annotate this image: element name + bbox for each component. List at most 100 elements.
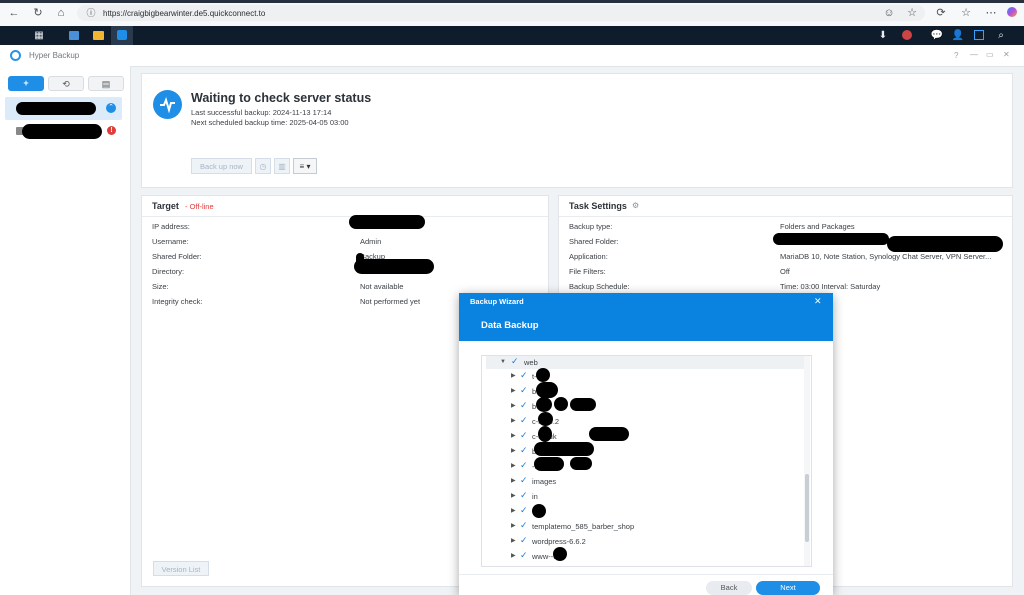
hyper-backup-taskbar-icon[interactable] bbox=[111, 26, 133, 45]
main-menu-grid-icon[interactable]: ▦ bbox=[28, 26, 50, 45]
package-center-icon[interactable] bbox=[63, 26, 85, 45]
download-icon[interactable]: ⬇ bbox=[872, 26, 894, 45]
expand-arrow-icon[interactable]: ▶ bbox=[511, 477, 516, 484]
expand-arrow-icon[interactable]: ▶ bbox=[511, 462, 516, 469]
file-filters-label: File Filters: bbox=[569, 267, 606, 276]
expand-arrow-icon[interactable]: ▶ bbox=[511, 447, 516, 454]
dsm-taskbar: ▦ ⬇ 💬 👤 ⌕ bbox=[0, 26, 1024, 45]
target-offline-status: - Off-line bbox=[185, 202, 214, 211]
checkbox-checked-icon[interactable]: ✓ bbox=[520, 400, 528, 411]
redaction-blot bbox=[534, 442, 594, 456]
checkbox-checked-icon[interactable]: ✓ bbox=[511, 356, 519, 367]
expand-arrow-icon[interactable]: ▼ bbox=[500, 359, 506, 365]
chat-icon[interactable]: 💬 bbox=[926, 26, 948, 45]
file-station-icon[interactable] bbox=[87, 26, 109, 45]
redacted-ip-address bbox=[349, 215, 425, 229]
tree-item[interactable]: ▶ ✓ www--uk bbox=[482, 549, 794, 563]
restore-button[interactable]: ⟲ bbox=[48, 76, 84, 91]
action-menu-icon[interactable]: ≡ ▾ bbox=[293, 158, 317, 174]
redaction-blot bbox=[570, 457, 592, 470]
next-button[interactable]: Next bbox=[756, 581, 820, 595]
expand-arrow-icon[interactable]: ▶ bbox=[511, 492, 516, 499]
wizard-header: Backup Wizard ✕ Data Backup bbox=[459, 293, 833, 341]
tree-item[interactable]: ▶✓b-uk bbox=[482, 399, 794, 413]
widgets-icon[interactable] bbox=[968, 26, 990, 45]
add-task-button[interactable]: + bbox=[8, 76, 44, 91]
notifications-icon[interactable] bbox=[896, 26, 918, 45]
log-button[interactable]: ▤ bbox=[88, 76, 124, 91]
expand-arrow-icon[interactable]: ▶ bbox=[511, 537, 516, 544]
site-info-icon[interactable]: ⓘ bbox=[85, 7, 97, 19]
tree-item-name: in bbox=[532, 492, 538, 501]
favorite-star-icon[interactable]: ☆ bbox=[906, 7, 918, 19]
home-icon[interactable]: ⌂ bbox=[55, 7, 67, 19]
copilot-icon[interactable] bbox=[1006, 7, 1018, 19]
expand-arrow-icon[interactable]: ▶ bbox=[511, 552, 516, 559]
checkbox-checked-icon[interactable]: ✓ bbox=[520, 415, 528, 426]
task-status-icon: ⌃ bbox=[106, 103, 116, 113]
application-value: MariaDB 10, Note Station, Synology Chat … bbox=[780, 252, 992, 261]
size-value: Not available bbox=[360, 282, 404, 291]
back-arrow-icon[interactable]: ← bbox=[8, 7, 20, 19]
redaction-blot bbox=[536, 368, 550, 382]
extensions-icon[interactable]: ⟳ bbox=[935, 7, 947, 19]
checkbox-checked-icon[interactable]: ✓ bbox=[520, 535, 528, 546]
tree-item[interactable]: ▶ ✓ in bbox=[482, 489, 794, 503]
version-list-button[interactable]: Version List bbox=[153, 561, 209, 576]
more-menu-icon[interactable]: ⋯ bbox=[985, 7, 997, 19]
expand-arrow-icon[interactable]: ▶ bbox=[511, 402, 516, 409]
tree-item[interactable]: ▶✓c-r.1.6.2 bbox=[482, 414, 794, 428]
task-settings-title: Task Settings bbox=[569, 201, 627, 211]
settings-edit-icon[interactable]: ⚙ bbox=[632, 201, 639, 210]
checkbox-checked-icon[interactable]: ✓ bbox=[520, 430, 528, 441]
help-button[interactable]: ? bbox=[954, 51, 958, 60]
checkbox-checked-icon[interactable]: ✓ bbox=[520, 505, 528, 516]
checkbox-checked-icon[interactable]: ✓ bbox=[520, 520, 528, 531]
checkbox-checked-icon[interactable]: ✓ bbox=[520, 490, 528, 501]
expand-arrow-icon[interactable]: ▶ bbox=[511, 417, 516, 424]
tree-item[interactable]: ▶✓-uk bbox=[482, 459, 794, 473]
integrity-check-value: Not performed yet bbox=[360, 297, 421, 306]
reload-icon[interactable]: ↻ bbox=[32, 7, 44, 19]
tree-scrollbar-thumb[interactable] bbox=[805, 474, 809, 542]
redaction-blot bbox=[538, 426, 552, 442]
expand-arrow-icon[interactable]: ▶ bbox=[511, 507, 516, 514]
tree-item[interactable]: ▶ ✓ templatemo_585_barber_shop bbox=[482, 519, 794, 533]
checkbox-checked-icon[interactable]: ✓ bbox=[520, 445, 528, 456]
back-button[interactable]: Back bbox=[706, 581, 752, 595]
error-icon: ! bbox=[107, 126, 116, 135]
checkbox-checked-icon[interactable]: ✓ bbox=[520, 370, 528, 381]
tree-item[interactable]: ▶✓b-uk bbox=[482, 384, 794, 398]
tree-item[interactable]: ▶✓c-co-uk bbox=[482, 429, 794, 443]
wizard-heading: Data Backup bbox=[481, 320, 539, 331]
checkbox-checked-icon[interactable]: ✓ bbox=[520, 550, 528, 561]
divider bbox=[142, 216, 548, 217]
tree-root-name: web bbox=[524, 358, 538, 367]
backup-wizard-dialog: Backup Wizard ✕ Data Backup ▼ ✓ web ▶✓t-… bbox=[459, 293, 833, 595]
checkbox-checked-icon[interactable]: ✓ bbox=[520, 460, 528, 471]
minimize-button[interactable]: — bbox=[970, 50, 978, 59]
expand-arrow-icon[interactable]: ▶ bbox=[511, 432, 516, 439]
tree-item[interactable]: ▶✓t-uk bbox=[482, 369, 794, 383]
wizard-close-icon[interactable]: ✕ bbox=[814, 296, 822, 307]
schedule-clock-icon[interactable]: ◷ bbox=[255, 158, 271, 174]
checkbox-checked-icon[interactable]: ✓ bbox=[520, 475, 528, 486]
wizard-window-title: Backup Wizard bbox=[470, 297, 524, 306]
expand-arrow-icon[interactable]: ▶ bbox=[511, 387, 516, 394]
tree-item[interactable]: ▶ ✓ wordpress-6.6.2 bbox=[482, 534, 794, 548]
tree-item[interactable]: ▶✓b-co-uk bbox=[482, 444, 794, 458]
search-icon[interactable]: ⌕ bbox=[990, 26, 1012, 45]
expand-arrow-icon[interactable]: ▶ bbox=[511, 372, 516, 379]
expand-arrow-icon[interactable]: ▶ bbox=[511, 522, 516, 529]
tree-item[interactable]: ▶ ✓ images bbox=[482, 474, 794, 488]
checkbox-checked-icon[interactable]: ✓ bbox=[520, 385, 528, 396]
emoji-icon[interactable]: ☺ bbox=[883, 7, 895, 19]
app-title: Hyper Backup bbox=[29, 51, 80, 60]
statistics-icon[interactable]: ▥ bbox=[274, 158, 290, 174]
back-up-now-button[interactable]: Back up now bbox=[191, 158, 252, 174]
tree-item[interactable]: ▶ ✓ bbox=[482, 504, 794, 518]
user-icon[interactable]: 👤 bbox=[947, 26, 969, 45]
close-button[interactable]: ✕ bbox=[1003, 50, 1010, 59]
favorites-bar-icon[interactable]: ☆ bbox=[960, 7, 972, 19]
maximize-button[interactable]: ▭ bbox=[986, 50, 994, 59]
